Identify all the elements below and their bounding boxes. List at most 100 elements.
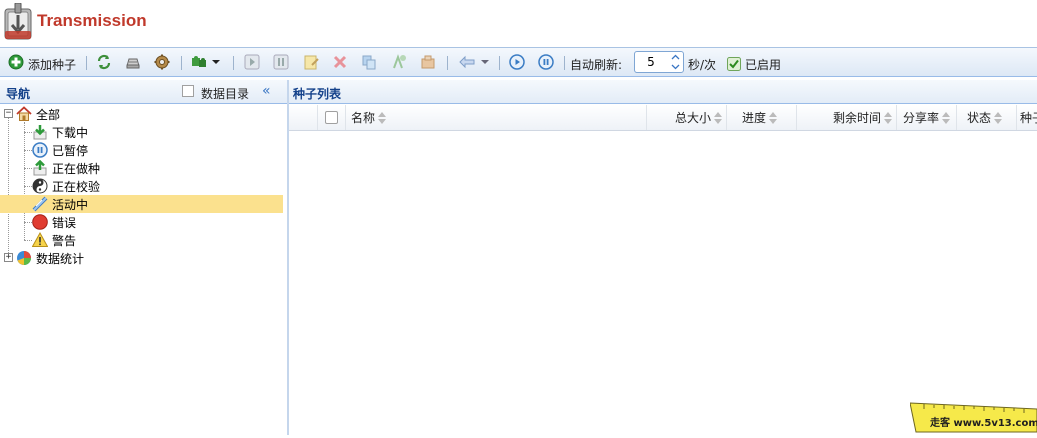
tree-item-statistics[interactable]: 数据统计 — [16, 249, 126, 267]
tree-item-seeding[interactable]: 正在做种 — [32, 159, 142, 177]
refresh-unit-label: 秒/次 — [688, 58, 717, 72]
download-icon — [33, 125, 47, 140]
warning-icon — [32, 232, 48, 247]
column-header-seeds[interactable]: 种子 — [1017, 105, 1037, 130]
pie-chart-icon — [17, 251, 31, 265]
torrent-list-header: 种子列表 — [289, 80, 1037, 104]
tracker-icon — [393, 54, 406, 69]
stepper-up-button[interactable] — [668, 52, 683, 62]
error-icon — [32, 214, 48, 230]
add-torrent-button[interactable] — [7, 53, 25, 71]
collapse-panel-icon[interactable]: « — [262, 83, 276, 99]
column-header-ratio[interactable]: 分享率 — [897, 105, 957, 130]
home-icon — [16, 106, 32, 121]
server-icon — [126, 58, 140, 69]
column-header-label: 种子 — [1020, 111, 1037, 125]
edit-button[interactable] — [302, 53, 320, 71]
tree-item-checking[interactable]: 正在校验 — [32, 177, 142, 195]
arrow-left-icon — [459, 55, 475, 69]
tree-item-downloading[interactable]: 下载中 — [32, 123, 142, 141]
stepper-down-button[interactable] — [668, 62, 683, 72]
puzzle-icon — [192, 56, 206, 67]
select-all-checkbox[interactable] — [325, 111, 338, 124]
toolbar-divider — [499, 56, 500, 70]
column-header-remaining-time[interactable]: 剩余时间 — [797, 105, 897, 130]
category-checkbox-label[interactable]: 数据目录 — [201, 85, 249, 102]
category-checkbox[interactable] — [182, 85, 194, 97]
transmission-logo-icon — [4, 3, 32, 40]
tree-item-warning[interactable]: 警告 — [32, 231, 142, 249]
limit-speed-dropdown-button[interactable] — [456, 53, 492, 71]
plugins-dropdown-button[interactable] — [190, 53, 222, 71]
box-icon — [421, 55, 435, 69]
refresh-button[interactable] — [95, 53, 113, 71]
tree-item-label: 错误 — [52, 215, 77, 230]
add-torrent-label[interactable]: 添加种子 — [28, 56, 76, 73]
tree-connector — [24, 186, 32, 187]
toolbar-divider — [86, 56, 87, 70]
navigation-tree: − + 全部 下载中 已暂停 正在做种 正在校验 活动中 错误 警告 数据统计 — [0, 104, 287, 435]
refresh-icon — [97, 54, 111, 70]
select-all-column[interactable] — [318, 105, 346, 130]
tree-item-label: 正在校验 — [52, 179, 101, 194]
gear-icon — [154, 54, 170, 70]
tree-connector — [24, 150, 32, 151]
tree-item-active[interactable]: 活动中 — [0, 195, 283, 213]
start-all-button[interactable] — [508, 53, 526, 71]
tree-connector — [24, 132, 32, 133]
app-header: Transmission — [0, 0, 1037, 47]
pause-icon — [273, 54, 289, 70]
enabled-label: 已启用 — [745, 58, 782, 72]
column-header-progress[interactable]: 进度 — [727, 105, 797, 130]
pause-circle-icon — [538, 54, 554, 70]
tree-connector — [24, 240, 32, 241]
tree-expand-toggle[interactable]: + — [4, 253, 13, 262]
column-header-size[interactable]: 总大小 — [647, 105, 727, 130]
server-button[interactable] — [124, 53, 142, 71]
auto-refresh-checkbox[interactable] — [726, 55, 742, 73]
column-header-label: 总大小 — [674, 111, 711, 125]
play-icon — [244, 54, 260, 70]
pause-all-button[interactable] — [537, 53, 555, 71]
move-button[interactable] — [419, 53, 437, 71]
chevron-up-icon — [671, 54, 680, 60]
column-header-label: 名称 — [351, 111, 376, 125]
torrent-grid-header: 名称 总大小 进度 剩余时间 分享率 状态 种子 — [289, 105, 1037, 131]
pause-circle-icon — [32, 142, 48, 158]
auto-refresh-label: 自动刷新: — [570, 58, 623, 72]
panel-splitter[interactable] — [287, 80, 289, 435]
tree-item-label: 正在做种 — [52, 161, 101, 176]
remove-button[interactable] — [331, 53, 349, 71]
toolbar-divider — [564, 56, 565, 70]
sort-icon — [884, 111, 892, 124]
toolbar-divider — [233, 56, 234, 70]
column-header-name[interactable]: 名称 — [346, 105, 647, 130]
pause-button[interactable] — [272, 53, 290, 71]
app-title: Transmission — [37, 11, 147, 30]
tree-collapse-toggle[interactable]: − — [4, 109, 13, 118]
refresh-interval-stepper[interactable] — [634, 51, 684, 73]
recheck-button[interactable] — [360, 53, 378, 71]
tree-item-all[interactable]: 全部 — [16, 105, 126, 123]
tree-item-error[interactable]: 错误 — [32, 213, 142, 231]
reannounce-button[interactable] — [390, 53, 408, 71]
column-header-label: 状态 — [967, 111, 992, 125]
torrent-list-title: 种子列表 — [293, 87, 342, 101]
sort-icon — [769, 111, 778, 124]
row-number-column — [289, 105, 318, 130]
sort-icon — [714, 111, 722, 124]
tree-item-label: 下载中 — [52, 125, 89, 140]
column-header-label: 分享率 — [903, 111, 940, 125]
refresh-interval-input[interactable] — [635, 52, 667, 72]
column-header-label: 进度 — [742, 111, 767, 125]
tree-item-paused[interactable]: 已暂停 — [32, 141, 142, 159]
close-icon — [333, 55, 347, 69]
chevron-down-icon — [481, 60, 489, 64]
copy-icon — [362, 55, 376, 70]
settings-button[interactable] — [153, 53, 171, 71]
column-header-status[interactable]: 状态 — [957, 105, 1017, 130]
active-icon — [32, 196, 48, 212]
tree-connector — [24, 168, 32, 169]
start-button[interactable] — [243, 53, 261, 71]
sort-icon — [994, 111, 1003, 124]
